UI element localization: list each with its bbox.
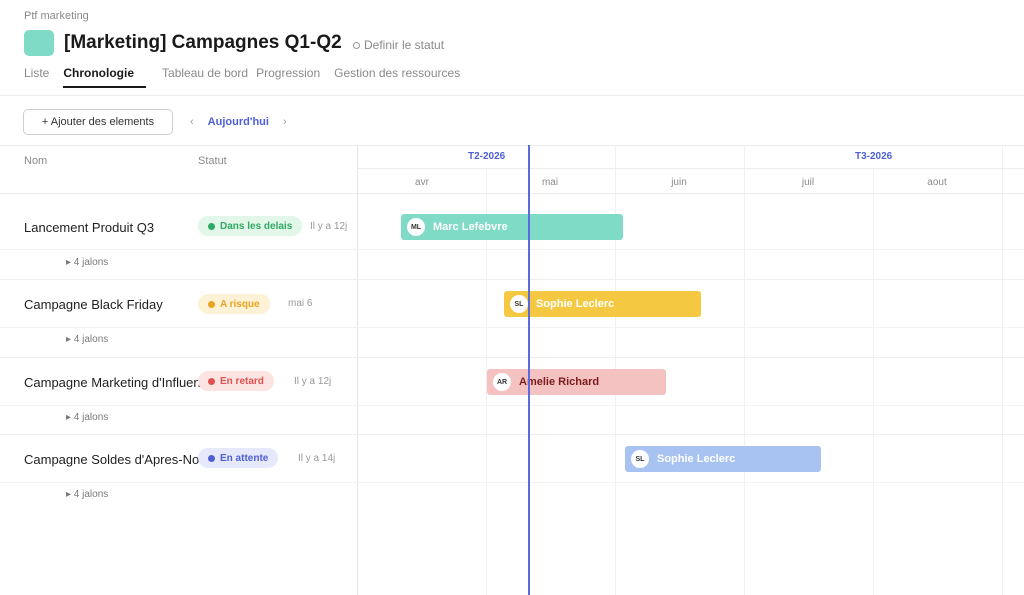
date-navigation: ‹ Aujourd'hui ›: [190, 116, 287, 128]
status-label: En attente: [220, 452, 269, 464]
project-name[interactable]: Campagne Marketing d'Influence: [24, 375, 200, 390]
row-divider: [0, 405, 1024, 406]
month-gridline: [873, 169, 874, 595]
panel-divider: [357, 145, 358, 595]
status-dot-icon: [208, 300, 215, 308]
bar-owner-label: Amelie Richard: [519, 376, 600, 388]
status-circle-icon: [353, 41, 360, 49]
row-divider: [0, 279, 1024, 280]
set-status-label: Definir le statut: [364, 38, 445, 52]
status-badge[interactable]: En retard: [198, 371, 274, 391]
tab-liste[interactable]: Liste: [24, 66, 49, 88]
project-name[interactable]: Campagne Black Friday: [24, 297, 200, 312]
status-dot-icon: [208, 222, 215, 230]
month-label: juin: [671, 177, 687, 188]
view-tabs: Liste Chronologie Tableau de bord Progre…: [24, 66, 474, 88]
row-divider: [0, 357, 1024, 358]
row-divider: [0, 482, 1024, 483]
quarter-label: T3-2026: [855, 151, 893, 162]
set-status-button[interactable]: Definir le statut: [353, 38, 444, 52]
quarter-label: T2-2026: [468, 151, 506, 162]
month-label: avr: [415, 177, 429, 188]
status-label: Dans les delais: [220, 220, 293, 232]
milestones-toggle[interactable]: ▸ 4 jalons: [66, 257, 108, 268]
row-divider: [0, 327, 1024, 328]
project-name[interactable]: Campagne Soldes d'Apres-Noel: [24, 452, 200, 467]
row-divider: [0, 434, 1024, 435]
milestones-toggle[interactable]: ▸ 4 jalons: [66, 412, 108, 423]
updated-label: Il y a 12j: [294, 376, 332, 387]
timeline-bar[interactable]: SL Sophie Leclerc: [625, 446, 821, 472]
quarter-divider: [358, 168, 1024, 169]
tab-gestion-ressources[interactable]: Gestion des ressources: [334, 66, 460, 88]
status-label: A risque: [220, 298, 260, 310]
status-badge[interactable]: A risque: [198, 294, 270, 314]
row-divider: [0, 249, 1024, 250]
tab-chronologie[interactable]: Chronologie: [63, 66, 146, 88]
avatar: AR: [493, 373, 511, 391]
milestones-toggle[interactable]: ▸ 4 jalons: [66, 489, 108, 500]
chevron-left-icon[interactable]: ‹: [190, 116, 194, 128]
tab-tableau-de-bord[interactable]: Tableau de bord: [162, 66, 248, 88]
grid-top-border: [0, 145, 1024, 146]
tab-progression[interactable]: Progression: [256, 66, 320, 88]
avatar: SL: [510, 295, 528, 313]
month-label: juil: [801, 177, 815, 188]
updated-label: Il y a 14j: [298, 453, 336, 464]
column-header-status: Statut: [198, 155, 227, 167]
chevron-right-icon[interactable]: ›: [283, 116, 287, 128]
month-label: aout: [927, 177, 947, 188]
month-label: mai: [541, 177, 559, 188]
bar-owner-label: Sophie Leclerc: [657, 453, 736, 465]
updated-label: mai 6: [288, 298, 313, 309]
status-dot-icon: [208, 377, 215, 385]
bar-owner-label: Marc Lefebvre: [433, 221, 508, 233]
project-name[interactable]: Lancement Produit Q3: [24, 220, 200, 235]
status-badge[interactable]: En attente: [198, 448, 279, 468]
status-dot-icon: [208, 454, 215, 462]
month-gridline: [1002, 145, 1003, 595]
milestones-toggle[interactable]: ▸ 4 jalons: [66, 334, 108, 345]
status-label: En retard: [220, 375, 264, 387]
status-badge[interactable]: Dans les delais: [198, 216, 303, 236]
breadcrumb[interactable]: Ptf marketing: [24, 10, 89, 22]
tabs-divider: [0, 95, 1024, 96]
updated-label: Il y a 12j: [310, 221, 348, 232]
timeline-bar[interactable]: SL Sophie Leclerc: [504, 291, 701, 317]
timeline-bar[interactable]: ML Marc Lefebvre: [401, 214, 623, 240]
avatar: SL: [631, 450, 649, 468]
today-marker: [528, 145, 530, 595]
page-title: [Marketing] Campagnes Q1-Q2: [64, 32, 342, 53]
quarter-gridline: [744, 145, 745, 595]
timeline-bar[interactable]: AR Amelie Richard: [487, 369, 666, 395]
today-button[interactable]: Aujourd'hui: [208, 116, 269, 128]
add-elements-button[interactable]: + Ajouter des elements: [23, 109, 173, 135]
column-header-name: Nom: [24, 155, 48, 167]
header-divider: [0, 193, 1024, 194]
project-color-icon: [24, 30, 54, 56]
bar-owner-label: Sophie Leclerc: [536, 298, 615, 310]
avatar: ML: [407, 218, 425, 236]
